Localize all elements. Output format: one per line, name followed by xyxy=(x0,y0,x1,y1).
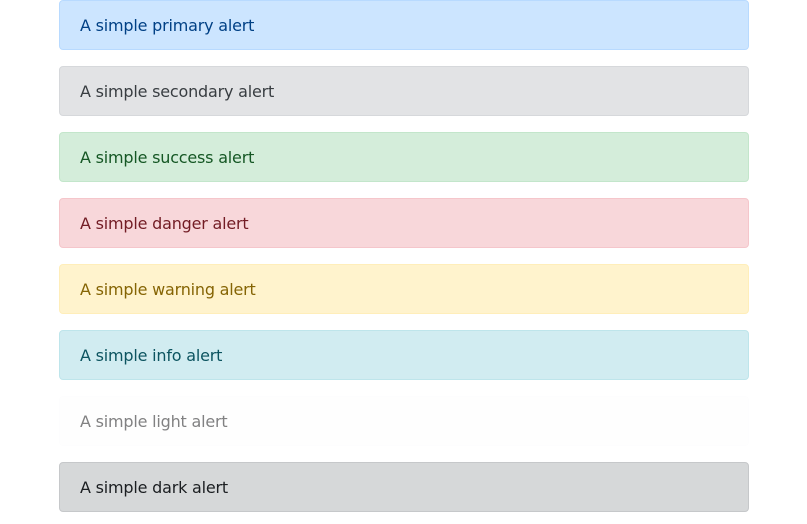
alerts-container: A simple primary alert A simple secondar… xyxy=(59,0,749,512)
alert-light: A simple light alert xyxy=(59,396,749,446)
alert-dark: A simple dark alert xyxy=(59,462,749,512)
alert-info: A simple info alert xyxy=(59,330,749,380)
alert-danger: A simple danger alert xyxy=(59,198,749,248)
alert-secondary: A simple secondary alert xyxy=(59,66,749,116)
alert-success: A simple success alert xyxy=(59,132,749,182)
alert-warning: A simple warning alert xyxy=(59,264,749,314)
alert-primary: A simple primary alert xyxy=(59,0,749,50)
